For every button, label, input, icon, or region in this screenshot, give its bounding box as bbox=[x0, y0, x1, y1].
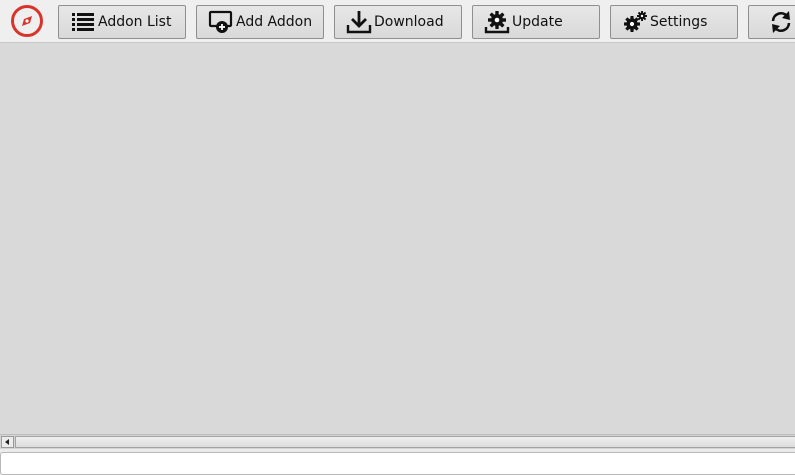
update-gear-icon bbox=[484, 9, 510, 35]
status-field bbox=[0, 452, 795, 475]
add-monitor-icon bbox=[208, 9, 234, 35]
status-bar bbox=[0, 449, 795, 475]
scroll-left-arrow-icon[interactable] bbox=[1, 436, 14, 448]
refresh-icon bbox=[768, 9, 794, 35]
update-button[interactable]: Update bbox=[472, 5, 600, 39]
download-label: Download bbox=[374, 14, 444, 30]
add-addon-button[interactable]: Add Addon bbox=[196, 5, 324, 39]
settings-button[interactable]: Settings bbox=[610, 5, 738, 39]
download-button[interactable]: Download bbox=[334, 5, 462, 39]
refresh-button[interactable] bbox=[748, 5, 795, 39]
compass-icon bbox=[10, 4, 44, 38]
settings-label: Settings bbox=[650, 14, 708, 30]
addon-content-area bbox=[0, 43, 795, 434]
add-addon-label: Add Addon bbox=[236, 14, 313, 30]
update-label: Update bbox=[512, 14, 563, 30]
toolbar: Addon List Add Addon Download Update Set… bbox=[0, 0, 795, 43]
horizontal-scrollbar[interactable] bbox=[0, 434, 795, 449]
addon-list-label: Addon List bbox=[98, 14, 172, 30]
scrollbar-thumb[interactable] bbox=[15, 436, 795, 448]
download-icon bbox=[346, 9, 372, 35]
addon-list-button[interactable]: Addon List bbox=[58, 5, 186, 39]
list-icon bbox=[70, 9, 96, 35]
gears-icon bbox=[622, 9, 648, 35]
app-window: Addon List Add Addon Download Update Set… bbox=[0, 0, 795, 475]
